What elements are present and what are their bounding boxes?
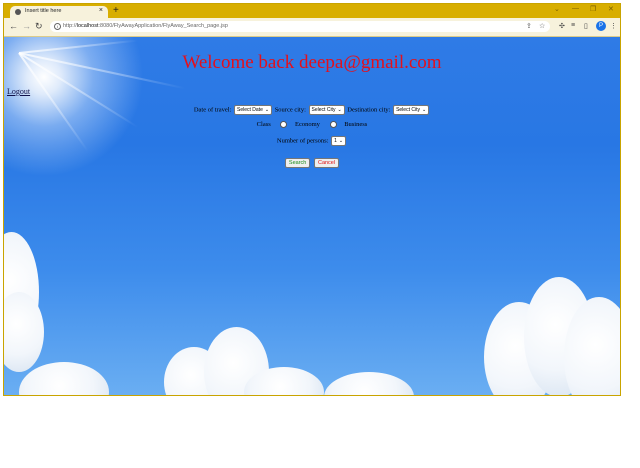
destination-city-select[interactable]: Select City ⌄ [393,105,430,115]
reload-icon[interactable]: ↻ [35,21,43,32]
chevron-down-icon: ⌄ [421,107,427,113]
welcome-heading: Welcome back deepa@gmail.com [182,52,442,73]
cloud [324,372,414,395]
new-tab-button[interactable]: + [113,5,119,16]
browser-window: Insert title here × + ⌄ — ❐ ✕ ← → ↻ i ht… [3,3,621,396]
date-select[interactable]: Select Date ⌄ [234,105,273,115]
bookmark-star-icon[interactable]: ☆ [539,22,545,30]
maximize-button[interactable]: ❐ [590,5,596,13]
cloud [19,362,109,395]
travel-row: Date of travel: Select Date ⌄ Source city… [4,105,620,115]
class-row: Class Economy Business [4,121,620,129]
url-text: http://localhost:8080/FlyAwayApplication… [63,23,228,29]
page-viewport: Welcome back deepa@gmail.com Logout Date… [4,37,620,395]
site-info-icon[interactable]: i [54,23,61,30]
minimize-button[interactable]: — [572,5,579,12]
tab-strip: Insert title here × + ⌄ — ❐ ✕ [4,4,620,18]
economy-radio[interactable] [280,121,288,129]
forward-arrow-icon[interactable]: → [22,21,31,31]
cancel-button[interactable]: Cancel [313,158,340,168]
close-tab-icon[interactable]: × [99,7,103,14]
share-icon[interactable]: ⇪ [526,22,532,30]
actions-row: Search Cancel [4,158,620,168]
persons-select[interactable]: 1 ⌄ [331,136,347,146]
chevron-down-icon: ⌄ [264,107,270,113]
source-city-select[interactable]: Select City ⌄ [308,105,345,115]
logout-link[interactable]: Logout [7,87,30,96]
source-label: Source city: [274,106,306,114]
class-label: Class [256,121,271,128]
back-arrow-icon[interactable]: ← [9,21,18,31]
business-radio[interactable] [329,121,337,129]
tab-title: Insert title here [25,8,62,14]
persons-row: Number of persons: 1 ⌄ [4,136,620,146]
persons-label: Number of persons: [276,137,329,145]
globe-icon [15,9,21,15]
media-controls-icon[interactable]: ≡ [571,22,575,29]
extensions-puzzle-icon[interactable]: ✣ [559,22,565,30]
chevron-down-icon: ⌄ [337,107,342,113]
menu-kebab-icon[interactable]: ⋮ [610,22,617,30]
browser-tab[interactable]: Insert title here × [10,6,108,18]
chevron-down-icon: ⌄ [338,138,344,144]
window-close-button[interactable]: ✕ [608,5,614,13]
side-panel-icon[interactable]: ▯ [584,22,588,30]
profile-avatar[interactable]: P [596,21,606,31]
search-button[interactable]: Search [284,158,311,168]
date-label: Date of travel: [193,106,232,114]
browser-toolbar: ← → ↻ i http://localhost:8080/FlyAwayApp… [4,18,620,37]
destination-label: Destination city: [347,106,391,114]
address-bar[interactable]: i http://localhost:8080/FlyAwayApplicati… [50,21,550,32]
tab-search-icon[interactable]: ⌄ [554,5,560,13]
business-label: Business [344,121,368,128]
economy-label: Economy [295,121,320,128]
